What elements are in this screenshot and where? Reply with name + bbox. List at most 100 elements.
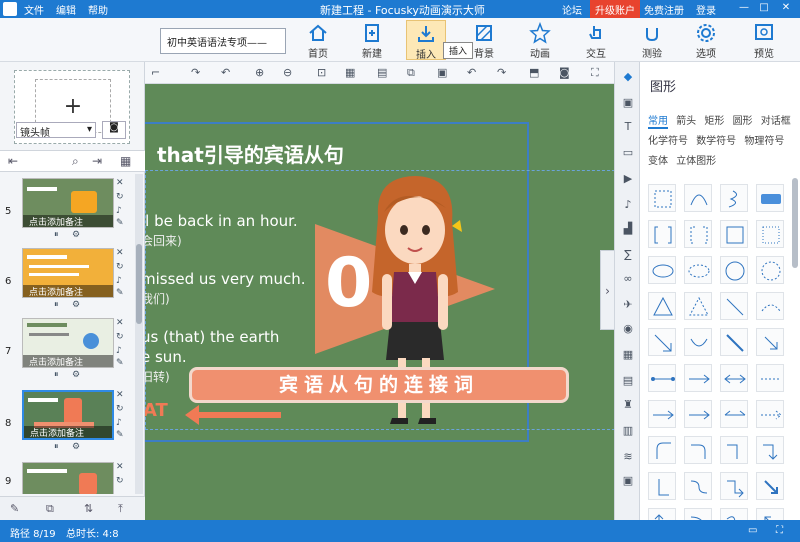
example-translation-1[interactable]: 会回来): [145, 232, 182, 249]
slide-note[interactable]: 点击添加备注: [23, 355, 113, 367]
animation-icon[interactable]: ↻: [116, 192, 124, 202]
link-icon[interactable]: ∞: [621, 272, 635, 286]
tab-variants[interactable]: 变体: [648, 156, 668, 167]
shape-line-arrow[interactable]: [648, 400, 676, 428]
gear-icon[interactable]: ⚙: [72, 442, 80, 452]
pause-icon[interactable]: ⏸: [54, 370, 59, 380]
shape-line-arrow-b[interactable]: [684, 400, 712, 428]
close-icon[interactable]: ✕: [116, 248, 124, 258]
video-icon[interactable]: ▶: [621, 172, 635, 186]
pause-icon[interactable]: ⏸: [54, 230, 59, 240]
shape-line[interactable]: [720, 292, 748, 320]
slide-item-8[interactable]: 8 点击添加备注 ✕ ↻ ♪ ✎ ⏸ ⚙: [0, 388, 135, 456]
shape-double-arrow[interactable]: [720, 328, 748, 356]
layout-icon[interactable]: ▥: [621, 424, 635, 438]
microphone-icon[interactable]: ♪: [116, 418, 122, 428]
microphone-icon[interactable]: ♪: [116, 206, 122, 216]
shape-line-arrow-d[interactable]: [756, 400, 784, 428]
layers-icon[interactable]: ≋: [621, 450, 635, 464]
example-sentence-3b[interactable]: e sun.: [145, 348, 187, 366]
fullscreen-icon[interactable]: ⛶: [776, 525, 783, 536]
slide-item-9[interactable]: 9 ✕ ↻: [0, 460, 135, 494]
interaction-button[interactable]: 交互: [578, 20, 614, 60]
rotate-right-icon[interactable]: ↷: [191, 66, 200, 79]
tab-chemistry[interactable]: 化学符号: [648, 136, 688, 147]
pause-icon[interactable]: ⏸: [54, 300, 59, 310]
music-icon[interactable]: ♪: [621, 198, 635, 212]
image-icon[interactable]: ▣: [621, 96, 635, 110]
home-button[interactable]: 首页: [300, 20, 336, 60]
grid-icon[interactable]: ▦: [345, 66, 355, 79]
slide-thumbnail[interactable]: 点击添加备注: [22, 318, 114, 368]
shape-connector-dashed[interactable]: [756, 364, 784, 392]
plane-icon[interactable]: ✈: [621, 298, 635, 312]
options-button[interactable]: 选项: [688, 20, 724, 60]
lock-icon[interactable]: ⊡: [317, 66, 326, 79]
slide-thumbnail[interactable]: 点击添加备注: [22, 390, 114, 440]
camera-button[interactable]: ◙: [102, 121, 126, 139]
fullscreen-icon[interactable]: ⛶: [591, 66, 599, 80]
close-button[interactable]: ✕: [778, 2, 794, 13]
slide-thumbnail[interactable]: 点击添加备注: [22, 178, 114, 228]
slideshow-icon[interactable]: ▤: [621, 374, 635, 388]
rotate-left-icon[interactable]: ↶: [221, 66, 230, 79]
forum-link[interactable]: 论坛: [562, 2, 582, 17]
gear-icon[interactable]: ⚙: [72, 370, 80, 380]
crop-icon[interactable]: ⌐: [151, 66, 160, 79]
slide-note[interactable]: 点击添加备注: [23, 215, 113, 227]
partial-heading-text[interactable]: AT: [145, 400, 168, 421]
tab-dialogs[interactable]: 对话框: [761, 116, 791, 127]
monitor-icon[interactable]: ▭: [748, 525, 757, 536]
shape-diag-arrow[interactable]: [756, 472, 784, 500]
move-top-icon[interactable]: ⤒: [118, 502, 123, 516]
zoom-out-icon[interactable]: ⊖: [283, 66, 292, 79]
photo-album-icon[interactable]: ▦: [621, 348, 635, 362]
animation-icon[interactable]: ↻: [116, 262, 124, 272]
menu-file[interactable]: 文件: [24, 2, 44, 17]
connector-words-banner[interactable]: 宾语从句的连接词: [189, 367, 569, 403]
align-icon[interactable]: ▤: [377, 66, 387, 79]
shape-filled-rect[interactable]: [756, 184, 784, 212]
sort-icon[interactable]: ⇅: [84, 502, 93, 515]
slide-canvas[interactable]: that引导的宾语从句 ll be back in an hour. 会回来) …: [145, 84, 614, 520]
compass-icon[interactable]: ◉: [621, 322, 635, 336]
slide-thumbnail[interactable]: 点击添加备注: [22, 248, 114, 298]
pause-icon[interactable]: ⏸: [54, 442, 59, 452]
shape-circle[interactable]: [720, 256, 748, 284]
shape-arrow-diagonal[interactable]: [648, 328, 676, 356]
edit-icon[interactable]: ✎: [116, 358, 124, 368]
search-icon[interactable]: ⌕: [72, 154, 79, 169]
animation-icon[interactable]: ↻: [116, 476, 124, 486]
formula-icon[interactable]: ∑: [621, 248, 635, 262]
paste-icon[interactable]: ▣: [437, 66, 447, 79]
speech-bubble-icon[interactable]: ▭: [621, 146, 635, 160]
shape-connector-double[interactable]: [720, 364, 748, 392]
edit-path-icon[interactable]: ✎: [10, 502, 19, 515]
stamp-icon[interactable]: ▣: [621, 474, 635, 488]
shape-panel-scrollbar[interactable]: [792, 178, 798, 268]
shape-dashed-square[interactable]: [648, 184, 676, 212]
example-sentence-2[interactable]: missed us very much.: [145, 270, 306, 288]
slide-item-6[interactable]: 6 点击添加备注 ✕ ↻ ♪ ✎ ⏸ ⚙: [0, 246, 135, 314]
shape-rounded-corner[interactable]: [648, 436, 676, 464]
shape-dashed-circle[interactable]: [756, 256, 784, 284]
shape-triangle[interactable]: [648, 292, 676, 320]
new-button[interactable]: 新建: [354, 20, 390, 60]
grid-view-icon[interactable]: ▦: [120, 154, 131, 168]
shape-dashed-brackets[interactable]: [684, 220, 712, 248]
collapse-left-icon[interactable]: ⇤: [8, 154, 18, 168]
close-icon[interactable]: ✕: [116, 318, 124, 328]
copy-icon[interactable]: ⧉: [407, 66, 415, 80]
example-translation-2[interactable]: 我们): [145, 290, 170, 307]
shapes-icon[interactable]: ◆: [621, 70, 635, 84]
expand-right-icon[interactable]: ⇥: [92, 154, 102, 168]
edit-icon[interactable]: ✎: [116, 430, 124, 440]
zoom-in-icon[interactable]: ⊕: [255, 66, 264, 79]
shape-line-arrow-c[interactable]: [720, 400, 748, 428]
shape-s-curve[interactable]: [684, 472, 712, 500]
menu-help[interactable]: 帮助: [88, 2, 108, 17]
shape-square[interactable]: [720, 220, 748, 248]
microphone-icon[interactable]: ♪: [116, 276, 122, 286]
shape-dashed-ellipse[interactable]: [684, 256, 712, 284]
close-icon[interactable]: ✕: [116, 462, 124, 472]
